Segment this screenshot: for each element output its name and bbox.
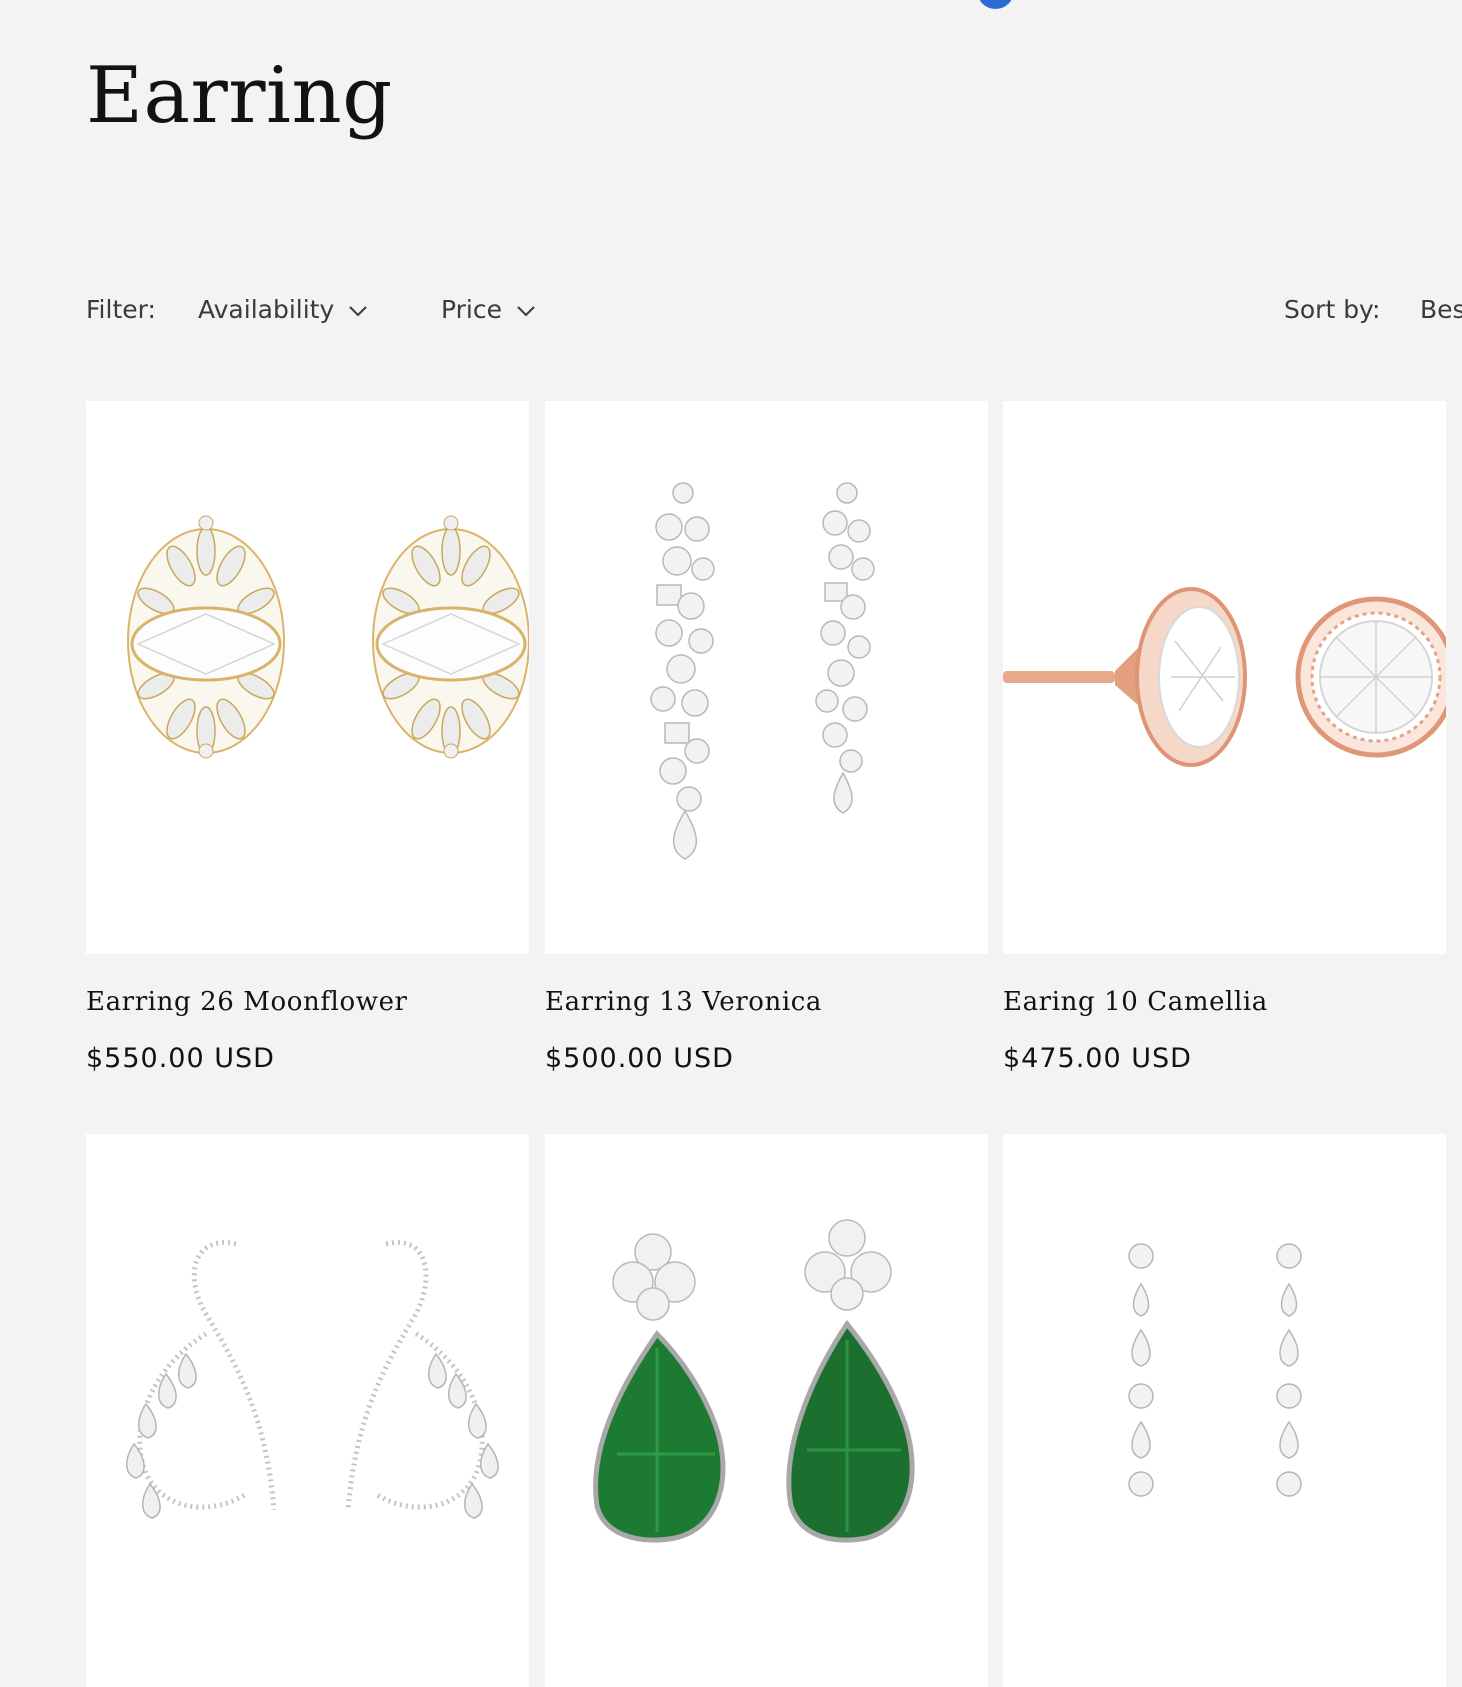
- page-title: Earring: [86, 51, 393, 141]
- stud-earring-side: [1003, 587, 1247, 767]
- filter-price-label: Price: [441, 295, 502, 324]
- filter-label: Filter:: [86, 295, 156, 324]
- product-image[interactable]: [86, 401, 529, 954]
- product-title[interactable]: Earring 13 Veronica: [545, 987, 822, 1017]
- emerald-earring-right: [786, 1219, 915, 1543]
- drop-earring-left: [650, 482, 715, 860]
- product-image[interactable]: [1003, 1134, 1446, 1687]
- product-image[interactable]: [545, 1134, 988, 1687]
- stud-earring-front: [1295, 596, 1446, 758]
- line-earring-left: [1128, 1243, 1154, 1497]
- line-earring-right: [1276, 1243, 1302, 1497]
- filter-availability-label: Availability: [198, 295, 335, 324]
- emerald-earring-left: [593, 1233, 726, 1543]
- sort-select[interactable]: Bes: [1420, 288, 1462, 332]
- product-price: $475.00 USD: [1003, 1043, 1192, 1074]
- product-image[interactable]: [545, 401, 988, 954]
- product-image[interactable]: [86, 1134, 529, 1687]
- facet-bar: Filter: Availability Price Sort by: Bes: [86, 288, 1462, 332]
- cluster-earring-right: [372, 515, 529, 759]
- cluster-earring-left: [127, 515, 285, 759]
- product-title[interactable]: Earring 26 Moonflower: [86, 987, 408, 1017]
- sort-label: Sort by:: [1284, 295, 1381, 324]
- product-price: $550.00 USD: [86, 1043, 275, 1074]
- filter-availability-dropdown[interactable]: Availability: [198, 288, 368, 332]
- filter-price-dropdown[interactable]: Price: [441, 288, 536, 332]
- chevron-down-icon: [349, 306, 367, 317]
- product-title[interactable]: Earing 10 Camellia: [1003, 987, 1268, 1017]
- chat-widget-edge[interactable]: [977, 0, 1014, 9]
- climber-earring-right: [345, 1240, 485, 1511]
- drop-earring-right: [815, 482, 875, 814]
- product-price: $500.00 USD: [545, 1043, 734, 1074]
- product-image[interactable]: [1003, 401, 1446, 954]
- climber-earring-left: [137, 1240, 277, 1511]
- chevron-down-icon: [517, 306, 535, 317]
